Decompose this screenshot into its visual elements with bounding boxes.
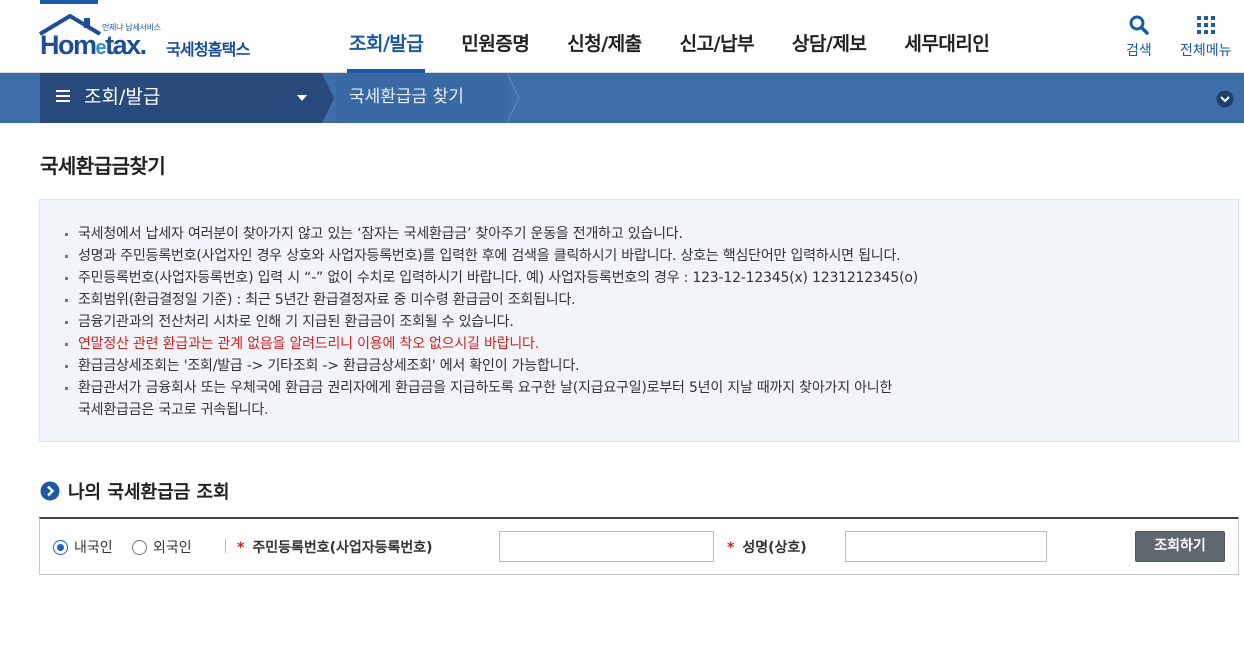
notice-list: 국세청에서 납세자 여러분이 찾아가지 않고 있는 ‘잠자는 국세환급금’ 찾아… xyxy=(64,223,918,421)
radio-foreign[interactable]: 외국인 xyxy=(132,537,192,557)
breadcrumb-bar: 조회/발급 국세환급금 찾기 xyxy=(0,73,1244,123)
notice-item: 환급관서가 금융회사 또는 우체국에 환급금 권리자에게 환급금을 지급하도록 … xyxy=(64,377,918,421)
page-title: 국세환급금찾기 xyxy=(40,154,166,178)
nav-menu-item[interactable]: 민원증명 xyxy=(442,0,548,73)
expand-circle-icon[interactable] xyxy=(1216,90,1234,108)
logo-wordmark-part: tax. xyxy=(105,30,147,60)
id-number-input[interactable] xyxy=(499,531,714,562)
name-field-label: * 성명(상호) xyxy=(727,537,807,557)
dropdown-caret-icon[interactable] xyxy=(297,95,307,101)
submit-lookup-button[interactable]: 조회하기 xyxy=(1135,531,1225,562)
notice-item-text: 주민등록번호(사업자등록번호) 입력 시 “-” 없이 수치로 입력하시기 바랍… xyxy=(78,270,918,286)
notice-item-text-cont: 국세환급금은 국고로 귀속됩니다. xyxy=(78,402,269,418)
name-field-label-text: 성명(상호) xyxy=(742,540,807,556)
divider xyxy=(225,539,226,553)
grid-menu-icon xyxy=(1196,16,1215,34)
logo-wordmark: Hometax. xyxy=(40,30,147,61)
hometax-logo[interactable]: 언제냐 납세서비스 Hometax. 국세청홈택스 xyxy=(38,14,268,62)
notice-item-text: 금융기관과의 전산처리 시차로 인해 기 지급된 환급금이 조회될 수 있습니다… xyxy=(78,314,514,330)
arrow-circle-icon xyxy=(40,481,60,501)
notice-item: 국세청에서 납세자 여러분이 찾아가지 않고 있는 ‘잠자는 국세환급금’ 찾아… xyxy=(64,223,918,245)
section-title-text: 나의 국세환급금 조회 xyxy=(68,482,230,503)
notice-item: 금융기관과의 전산처리 시차로 인해 기 지급된 환급금이 조회될 수 있습니다… xyxy=(64,311,918,333)
notice-item-text: 환급금상세조회는 '조회/발급 -> 기타조회 -> 환급금상세조회' 에서 확… xyxy=(78,358,580,374)
nav-menu-item[interactable]: 상담/제보 xyxy=(773,0,885,73)
notice-item-text: 환급관서가 금융회사 또는 우체국에 환급금 권리자에게 환급금을 지급하도록 … xyxy=(78,380,893,396)
main-nav: 조회/발급 민원증명 신청/제출 신고/납부 상담/제보 세무대리인 xyxy=(330,0,1008,73)
logo-wordmark-part: Hom xyxy=(40,30,97,60)
breadcrumb-separator xyxy=(507,73,520,123)
breadcrumb-section-label: 조회/발급 xyxy=(84,86,161,108)
nav-menu-item[interactable]: 신청/제출 xyxy=(548,0,660,73)
radio-button-unchecked[interactable] xyxy=(132,539,147,555)
name-input[interactable] xyxy=(845,531,1047,562)
lookup-form: 내국인 외국인 * 주민등록번호(사업자등록번호) * 성명(상호) 조회하기 xyxy=(39,517,1239,575)
notice-item-text: 조회범위(환급결정일 기준) : 최근 5년간 환급결정자료 중 미수령 환급금… xyxy=(78,292,576,308)
nav-menu-item[interactable]: 세무대리인 xyxy=(885,0,1008,73)
radio-foreign-label: 외국인 xyxy=(153,540,192,556)
breadcrumb-current[interactable]: 국세환급금 찾기 xyxy=(349,73,464,123)
notice-item: 주민등록번호(사업자등록번호) 입력 시 “-” 없이 수치로 입력하시기 바랍… xyxy=(64,267,918,289)
required-mark: * xyxy=(237,540,245,556)
notice-box: 국세청에서 납세자 여러분이 찾아가지 않고 있는 ‘잠자는 국세환급금’ 찾아… xyxy=(39,199,1239,442)
logo-agency-name: 국세청홈택스 xyxy=(166,40,250,59)
search-icon xyxy=(1129,15,1149,35)
radio-domestic[interactable]: 내국인 xyxy=(53,537,113,557)
nav-menu-item[interactable]: 신고/납부 xyxy=(661,0,773,73)
breadcrumb-separator xyxy=(322,73,334,123)
section-title: 나의 국세환급금 조회 xyxy=(40,478,230,504)
notice-item: 성명과 주민등록번호(사업자인 경우 상호와 사업자등록번호)를 입력한 후에 … xyxy=(64,245,918,267)
all-menu-button[interactable]: 전체메뉴 xyxy=(1180,14,1232,60)
site-header: 언제냐 납세서비스 Hometax. 국세청홈택스 조회/발급 민원증명 신청/제출… xyxy=(0,0,1244,73)
id-field-label: * 주민등록번호(사업자등록번호) xyxy=(237,537,433,557)
notice-item: 환급금상세조회는 '조회/발급 -> 기타조회 -> 환급금상세조회' 에서 확… xyxy=(64,355,918,377)
notice-item-text: 연말정산 관련 환급과는 관계 없음을 알려드리니 이용에 착오 없으시길 바랍… xyxy=(78,336,539,352)
required-mark: * xyxy=(727,540,735,556)
breadcrumb-section-dropdown[interactable]: 조회/발급 xyxy=(56,73,160,123)
radio-domestic-label: 내국인 xyxy=(74,540,113,556)
id-field-label-text: 주민등록번호(사업자등록번호) xyxy=(252,540,433,556)
notice-item-warning: 연말정산 관련 환급과는 관계 없음을 알려드리니 이용에 착오 없으시길 바랍… xyxy=(64,333,918,355)
hamburger-icon xyxy=(56,87,70,105)
nav-menu-item[interactable]: 조회/발급 xyxy=(330,0,442,73)
notice-item-text: 성명과 주민등록번호(사업자인 경우 상호와 사업자등록번호)를 입력한 후에 … xyxy=(78,248,901,264)
search-button[interactable]: 검색 xyxy=(1126,14,1152,60)
top-accent-line xyxy=(40,0,98,4)
notice-item: 조회범위(환급결정일 기준) : 최근 5년간 환급결정자료 중 미수령 환급금… xyxy=(64,289,918,311)
radio-button-checked[interactable] xyxy=(53,539,68,555)
search-label: 검색 xyxy=(1126,43,1152,59)
notice-item-text: 국세청에서 납세자 여러분이 찾아가지 않고 있는 ‘잠자는 국세환급금’ 찾아… xyxy=(78,226,683,242)
logo-wordmark-e: e xyxy=(95,37,107,59)
all-menu-label: 전체메뉴 xyxy=(1180,43,1232,59)
